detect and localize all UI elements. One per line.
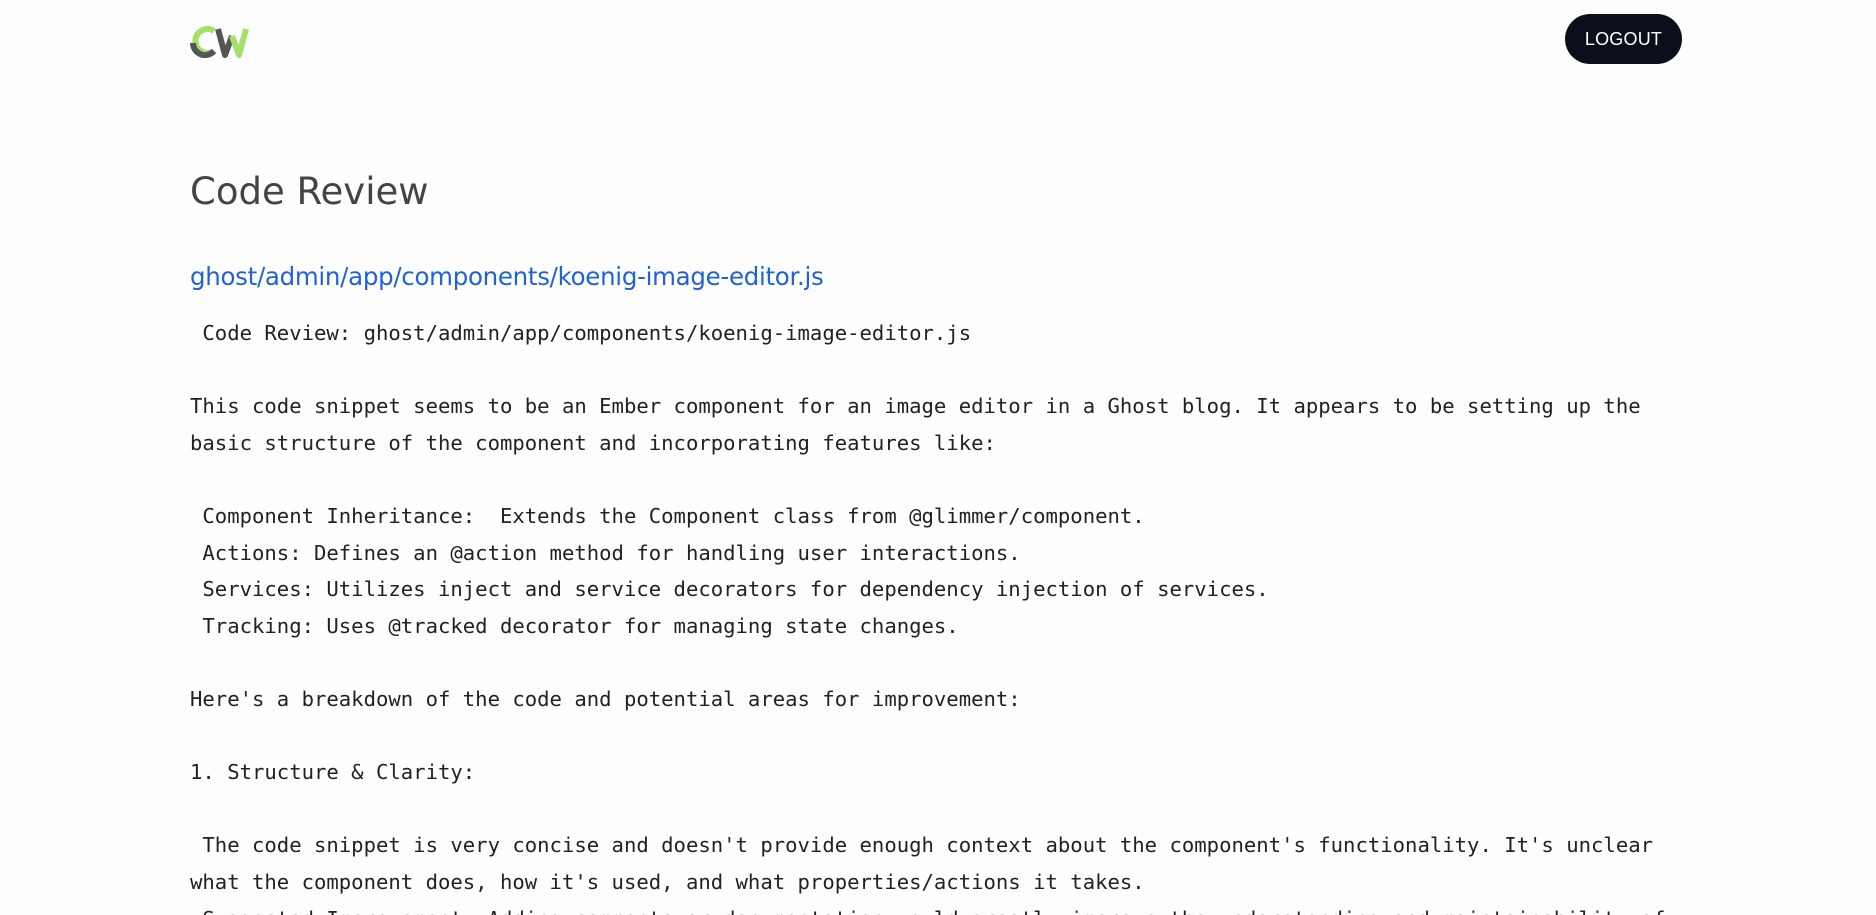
review-line [190,461,1682,498]
review-line: what the component does, how it's used, … [190,869,1145,894]
review-line: Tracking: Uses @tracked decorator for ma… [190,613,959,638]
review-line: Suggested Improvement: Adding comments o… [190,901,1682,915]
review-line: This code snippet seems to be an Ember c… [190,394,1641,419]
review-line: Services: Utilizes inject and service de… [190,577,1269,602]
header: CW LOGOUT [190,14,1682,64]
review-line: 1. Structure & Clarity: [190,760,476,785]
file-link[interactable]: ghost/admin/app/components/koenig-image-… [190,262,824,291]
review-line: The code snippet is very concise and doe… [190,833,1654,858]
review-line [190,791,1682,828]
review-line: Code Review: ghost/admin/app/components/… [190,321,972,345]
page-title: Code Review [190,170,429,213]
logout-button[interactable]: LOGOUT [1565,14,1682,64]
cw-logo[interactable]: CW [190,24,258,58]
page-container: CW LOGOUT Code Review ghost/admin/app/co… [190,0,1682,915]
review-line [190,352,1682,389]
review-text: Code Review: ghost/admin/app/components/… [190,315,1682,915]
review-line: Component Inheritance: Extends the Compo… [190,503,1145,528]
review-line [190,718,1682,755]
review-line: basic structure of the component and inc… [190,430,996,455]
review-line: Here's a breakdown of the code and poten… [190,686,1021,711]
review-line: Actions: Defines an @action method for h… [190,540,1021,565]
review-line [190,644,1682,681]
